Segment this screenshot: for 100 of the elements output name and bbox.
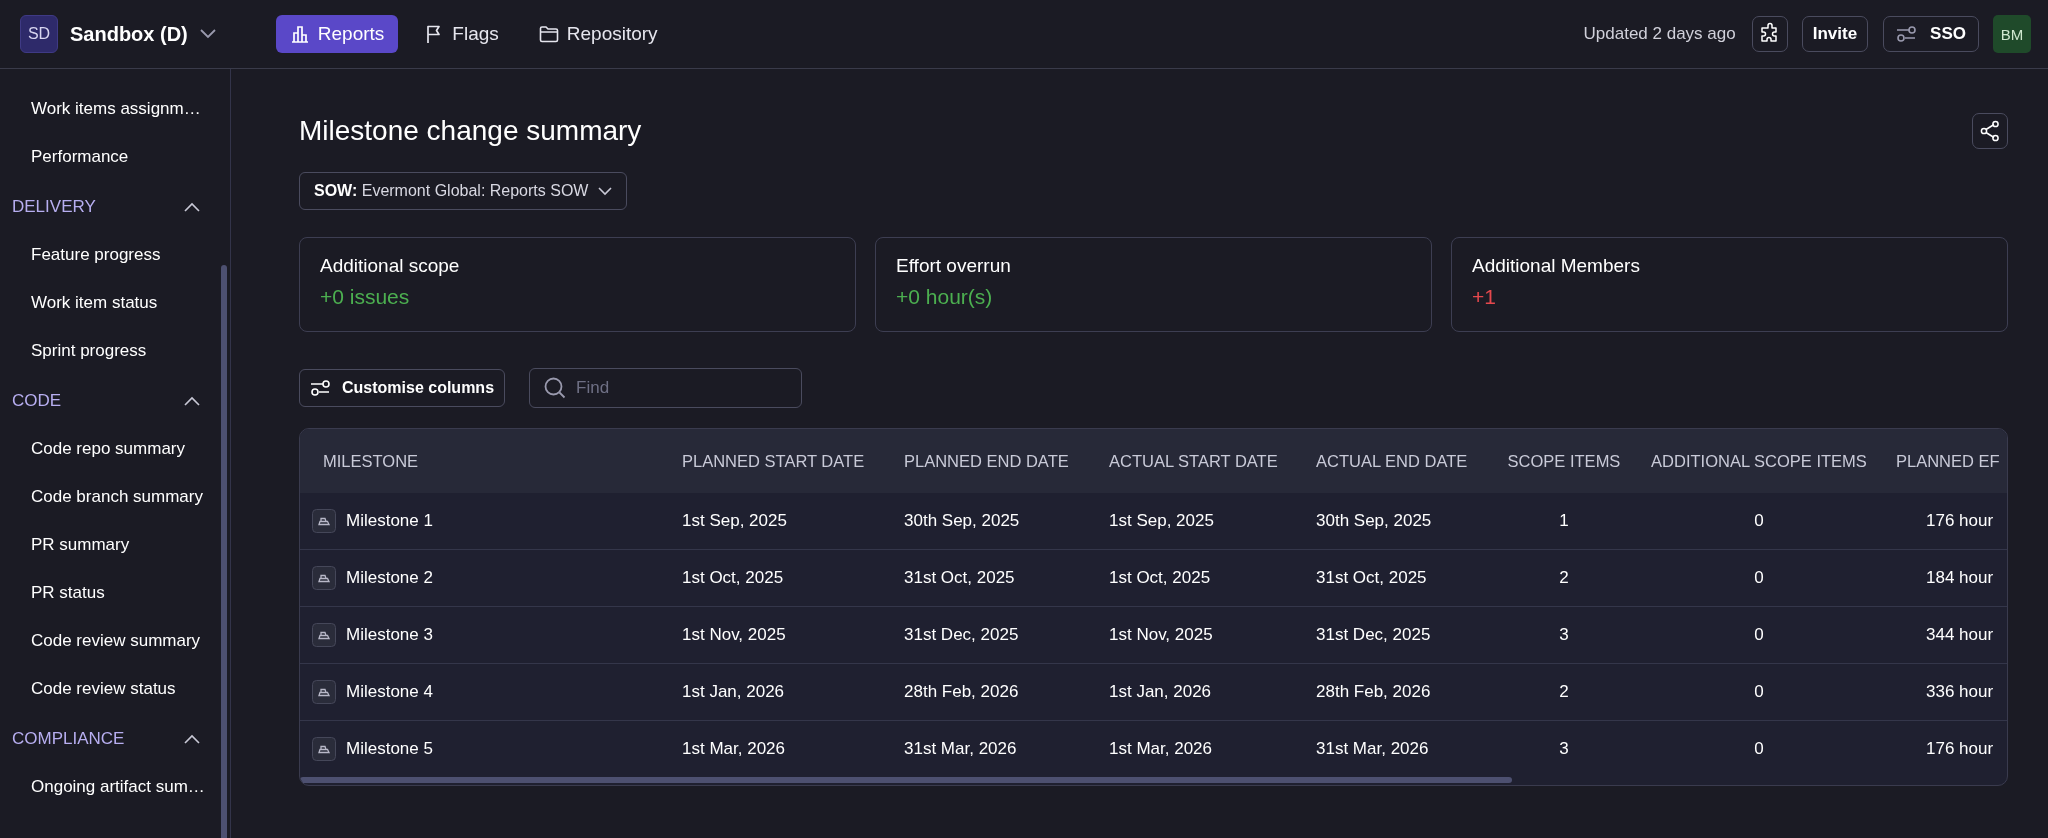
table-cell: Milestone 3 — [346, 625, 433, 645]
column-header[interactable]: SCOPE ITEMS — [1494, 451, 1634, 471]
card-label: Effort overrun — [896, 255, 1012, 277]
invite-button[interactable]: Invite — [1801, 16, 1869, 52]
table-cell-text: 0 — [1753, 511, 1765, 531]
card-value: +0 issues — [320, 285, 411, 309]
milestone-icon — [312, 737, 336, 761]
sidebar-item[interactable]: Code repo summary — [0, 425, 230, 473]
table-cell-text: 336 hour — [1925, 682, 1995, 702]
column-header[interactable]: PLANNED EF — [1884, 451, 2007, 471]
sidebar-item[interactable]: Sprint progress — [0, 327, 230, 375]
section-header[interactable]: CODE — [0, 377, 230, 425]
table-cell-text: 28th Feb, 2026 — [1315, 682, 1432, 702]
table-cell-text: 176 hour — [1925, 739, 1995, 759]
table-cell-text: 1st Jan, 2026 — [1108, 682, 1213, 702]
table-cell-text: 1st Jan, 2026 — [681, 682, 786, 702]
table-cell: Milestone 5 — [346, 739, 433, 759]
table-cell-text: 1 — [1558, 511, 1570, 531]
milestone-icon — [312, 623, 336, 647]
table-cell-text: 1st Oct, 2025 — [681, 568, 785, 588]
sidebar-item[interactable]: Ongoing artifact sum… — [0, 763, 230, 811]
table-cell-text: 30th Sep, 2025 — [903, 511, 1021, 531]
table-cell-text: 1st Nov, 2025 — [681, 625, 787, 645]
card-label: Additional scope — [320, 255, 461, 277]
sidebar-scrollbar[interactable] — [221, 265, 227, 838]
updated-time-text: Updated 2 days ago — [1583, 24, 1736, 44]
column-header[interactable]: PLANNED START DATE — [670, 451, 892, 471]
table-cell-text: 344 hour — [1925, 625, 1995, 645]
table-cell-text: 2 — [1558, 682, 1570, 702]
sliders-icon — [1896, 25, 1919, 43]
nav-tab[interactable]: Flags — [410, 15, 513, 53]
chevron-down-icon — [199, 29, 216, 39]
nav-tab[interactable]: Repository — [524, 15, 672, 53]
table-cell-text: 28th Feb, 2026 — [903, 682, 1020, 702]
milestone-icon — [312, 566, 336, 590]
table-scrollbar[interactable] — [300, 777, 1512, 783]
table-cell-text: 31st Mar, 2026 — [903, 739, 1018, 759]
table-cell-text: 0 — [1753, 682, 1765, 702]
chevron-up-icon — [184, 396, 200, 406]
table-cell-text: 1st Mar, 2026 — [681, 739, 786, 759]
sow-dropdown[interactable]: SOW: Evermont Global: Reports SOW — [299, 172, 628, 210]
sidebar-item[interactable]: Code branch summary — [0, 473, 230, 521]
table-cell-text: 3 — [1558, 739, 1570, 759]
folder-icon — [538, 25, 559, 43]
table-cell-text: 30th Sep, 2025 — [1315, 511, 1433, 531]
sidebar-item[interactable]: PR status — [0, 569, 230, 617]
table-cell-text: 184 hour — [1925, 568, 1995, 588]
sidebar-item[interactable]: Feature progress — [0, 231, 230, 279]
sidebar-item[interactable]: Work item status — [0, 279, 230, 327]
table-cell-text: 2 — [1558, 568, 1570, 588]
share-icon — [1979, 120, 2001, 142]
customise-columns-button[interactable]: Customise columns — [299, 369, 506, 407]
table-cell-text: 1st Oct, 2025 — [1108, 568, 1212, 588]
chevron-down-icon — [598, 186, 613, 196]
sidebar-item[interactable]: Work items assignm… — [0, 85, 230, 133]
milestone-icon — [312, 509, 336, 533]
column-header[interactable]: ACTUAL START DATE — [1097, 451, 1304, 471]
page-title: Milestone change summary — [299, 115, 642, 147]
table-cell-text: 176 hour — [1925, 511, 1995, 531]
column-header[interactable]: ACTUAL END DATE — [1304, 451, 1494, 471]
nav-tab[interactable]: Reports — [275, 15, 399, 53]
chevron-up-icon — [184, 734, 200, 744]
column-header[interactable]: PLANNED END DATE — [892, 451, 1097, 471]
table-cell-text: 31st Oct, 2025 — [903, 568, 1016, 588]
table-cell: Milestone 2 — [346, 568, 433, 588]
table-cell-text: 31st Mar, 2026 — [1315, 739, 1430, 759]
workspace-name: Sandbox (D) — [70, 22, 188, 46]
section-header[interactable]: COMPLIANCE — [0, 715, 230, 763]
search-field[interactable]: Find — [529, 368, 803, 408]
table-cell-text: 1st Mar, 2026 — [1108, 739, 1213, 759]
search-icon — [543, 376, 568, 400]
table-cell-text: 1st Nov, 2025 — [1108, 625, 1214, 645]
card-label: Additional Members — [1472, 255, 1641, 277]
user-avatar[interactable]: BM — [1993, 15, 2031, 53]
sidebar-item[interactable]: PR summary — [0, 521, 230, 569]
table-cell-text: 0 — [1753, 625, 1765, 645]
table-cell-text: 0 — [1753, 739, 1765, 759]
card-value: +0 hour(s) — [896, 285, 994, 309]
sliders-icon — [310, 379, 332, 397]
bar-chart-icon — [289, 24, 310, 44]
table-cell-text: 31st Dec, 2025 — [903, 625, 1020, 645]
chevron-up-icon — [184, 202, 200, 212]
column-header[interactable]: ADDITIONAL SCOPE ITEMS — [1634, 451, 1884, 471]
table-cell-text: 0 — [1753, 568, 1765, 588]
integrations-button[interactable] — [1751, 16, 1788, 52]
workspace-switcher[interactable]: SD Sandbox (D) — [20, 15, 216, 53]
table-cell: Milestone 1 — [346, 511, 433, 531]
sso-button[interactable]: SSO — [1883, 16, 1979, 52]
sidebar-item[interactable]: Code review summary — [0, 617, 230, 665]
table-cell: Milestone 4 — [346, 682, 433, 702]
milestone-icon — [312, 680, 336, 704]
table-cell-text: 31st Oct, 2025 — [1315, 568, 1428, 588]
column-header[interactable]: MILESTONE — [300, 451, 670, 471]
sidebar-item[interactable]: Code review status — [0, 665, 230, 713]
share-button[interactable] — [1972, 113, 2008, 149]
sidebar-item[interactable]: Performance — [0, 133, 230, 181]
table-cell-text: 1st Sep, 2025 — [1108, 511, 1215, 531]
section-header[interactable]: DELIVERY — [0, 183, 230, 231]
table-cell-text: 31st Dec, 2025 — [1315, 625, 1432, 645]
table-cell-text: 3 — [1558, 625, 1570, 645]
